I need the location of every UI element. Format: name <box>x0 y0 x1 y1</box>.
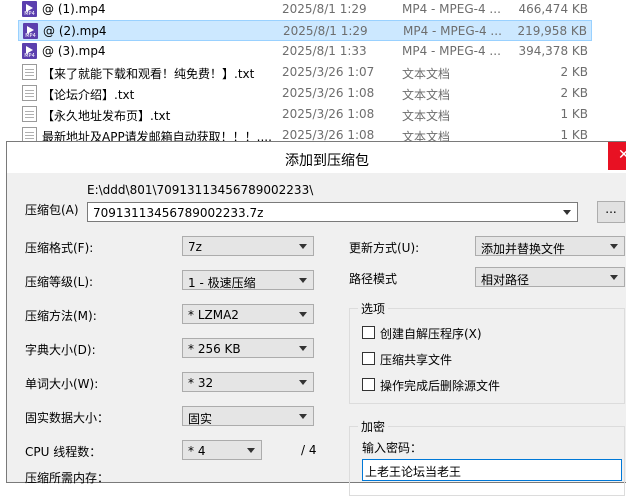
file-row[interactable]: 【论坛介绍】.txt 2025/3/26 1:08 文本文档 2 KB <box>18 83 592 104</box>
chevron-down-icon[interactable] <box>563 210 571 215</box>
file-date: 2025/3/26 1:08 <box>282 107 375 121</box>
file-name: 【永久地址发布页】.txt <box>42 109 171 123</box>
archive-label: 压缩包(A) <box>25 203 79 217</box>
file-name: 【论坛介绍】.txt <box>42 88 135 102</box>
mp4-video-icon <box>22 1 37 17</box>
mp4-video-icon <box>23 23 38 39</box>
options-group: 选项 创建自解压程序(X) 压缩共享文件 操作完成后删除源文件 <box>349 300 625 404</box>
word-label: 单词大小(W): <box>25 377 99 391</box>
browse-button[interactable]: ... <box>597 201 625 223</box>
chevron-down-icon <box>610 275 618 280</box>
update-select[interactable]: 添加并替换文件 <box>475 236 625 256</box>
file-date: 2025/8/1 1:29 <box>283 24 368 38</box>
encryption-group: 加密 输入密码： 上老王论坛当老王 <box>349 418 625 496</box>
password-label: 输入密码： <box>362 441 423 455</box>
sfx-checkbox[interactable] <box>362 326 375 339</box>
file-size: 394,378 KB <box>518 44 588 58</box>
password-input[interactable]: 上老王论坛当老王 <box>362 459 622 481</box>
delete-after-label[interactable]: 操作完成后删除源文件 <box>380 377 500 394</box>
method-label: 压缩方法(M): <box>25 309 97 323</box>
archive-name-value: 70913113456789002233.7z <box>93 206 264 220</box>
file-name: 【来了就能下载和观看！纯免费！】.txt <box>42 67 255 81</box>
file-row[interactable]: 【来了就能下载和观看！纯免费！】.txt 2025/3/26 1:07 文本文档… <box>18 62 592 83</box>
chevron-down-icon <box>299 346 307 351</box>
chevron-down-icon <box>299 244 307 249</box>
cpu-select[interactable]: * 4 <box>182 440 262 460</box>
shared-files-label[interactable]: 压缩共享文件 <box>380 351 452 368</box>
delete-after-checkbox[interactable] <box>362 378 375 391</box>
file-row[interactable]: @ (3).mp4 2025/8/1 1:33 MP4 - MPEG-4 ...… <box>18 41 592 62</box>
format-select[interactable]: 7z <box>182 236 314 256</box>
dialog-body: 压缩包(A) E:\ddd\801\70913113456789002233\ … <box>7 173 626 496</box>
close-button[interactable]: ✕ <box>608 142 626 170</box>
file-name: @ (1).mp4 <box>42 2 106 16</box>
dialog-titlebar[interactable]: 添加到压缩包 ✕ <box>7 142 626 173</box>
chevron-down-icon <box>299 414 307 419</box>
file-size: 2 KB <box>560 65 588 79</box>
close-icon: ✕ <box>618 147 626 163</box>
file-size: 219,958 KB <box>517 24 587 38</box>
file-name: @ (3).mp4 <box>42 44 106 58</box>
format-label: 压缩格式(F): <box>25 241 94 255</box>
file-row[interactable]: @ (1).mp4 2025/8/1 1:29 MP4 - MPEG-4 ...… <box>18 0 592 20</box>
text-document-icon <box>22 85 37 101</box>
file-row-selected[interactable]: @ (2).mp4 2025/8/1 1:29 MP4 - MPEG-4 ...… <box>18 20 592 41</box>
add-to-archive-dialog: 添加到压缩包 ✕ 压缩包(A) E:\ddd\801\7091311345678… <box>6 141 626 496</box>
file-name: @ (2).mp4 <box>43 24 107 38</box>
file-size: 2 KB <box>560 86 588 100</box>
options-title: 选项 <box>358 300 389 317</box>
file-type: 文本文档 <box>402 109 451 123</box>
dict-label: 字典大小(D): <box>25 343 96 357</box>
path-mode-label: 路径模式 <box>349 272 398 286</box>
sfx-label[interactable]: 创建自解压程序(X) <box>380 325 482 342</box>
chevron-down-icon <box>299 312 307 317</box>
file-row[interactable]: 【永久地址发布页】.txt 2025/3/26 1:08 文本文档 1 KB <box>18 104 592 125</box>
file-type: 文本文档 <box>402 88 451 102</box>
cpu-label: CPU 线程数： <box>25 445 102 459</box>
file-date: 2025/3/26 1:07 <box>282 65 375 79</box>
chevron-down-icon <box>610 244 618 249</box>
path-mode-select[interactable]: 相对路径 <box>475 267 625 287</box>
archive-path: E:\ddd\801\70913113456789002233\ <box>87 183 314 197</box>
dict-select[interactable]: * 256 KB <box>182 338 314 358</box>
file-type: MP4 - MPEG-4 ... <box>403 24 502 38</box>
memory-label: 压缩所需内存： <box>25 471 110 485</box>
file-date: 2025/8/1 1:33 <box>282 44 367 58</box>
file-size: 1 KB <box>560 128 588 142</box>
dialog-title: 添加到压缩包 <box>285 153 369 169</box>
chevron-down-icon <box>247 448 255 453</box>
file-date: 2025/8/1 1:29 <box>282 2 367 16</box>
method-select[interactable]: * LZMA2 <box>182 304 314 324</box>
mp4-video-icon <box>22 43 37 59</box>
level-label: 压缩等级(L): <box>25 275 94 289</box>
cpu-total: / 4 <box>301 443 317 457</box>
file-date: 2025/3/26 1:08 <box>282 86 375 100</box>
file-date: 2025/3/26 1:08 <box>282 128 375 142</box>
solid-label: 固实数据大小： <box>25 411 110 425</box>
file-type: MP4 - MPEG-4 ... <box>402 44 501 58</box>
text-document-icon <box>22 64 37 80</box>
update-label: 更新方式(U): <box>349 241 420 255</box>
chevron-down-icon <box>299 278 307 283</box>
file-type: MP4 - MPEG-4 ... <box>402 2 501 16</box>
file-size: 1 KB <box>560 107 588 121</box>
password-value: 上老王论坛当老王 <box>365 465 462 479</box>
encryption-title: 加密 <box>358 418 389 435</box>
word-select[interactable]: * 32 <box>182 372 314 392</box>
shared-files-checkbox[interactable] <box>362 352 375 365</box>
file-size: 466,474 KB <box>518 2 588 16</box>
file-list: @ (1).mp4 2025/8/1 1:29 MP4 - MPEG-4 ...… <box>0 0 626 148</box>
archive-name-combobox[interactable]: 70913113456789002233.7z <box>87 202 578 222</box>
text-document-icon <box>22 106 37 122</box>
file-type: 文本文档 <box>402 67 451 81</box>
chevron-down-icon <box>299 380 307 385</box>
level-select[interactable]: 1 - 极速压缩 <box>182 270 314 290</box>
solid-select[interactable]: 固实 <box>182 406 314 426</box>
